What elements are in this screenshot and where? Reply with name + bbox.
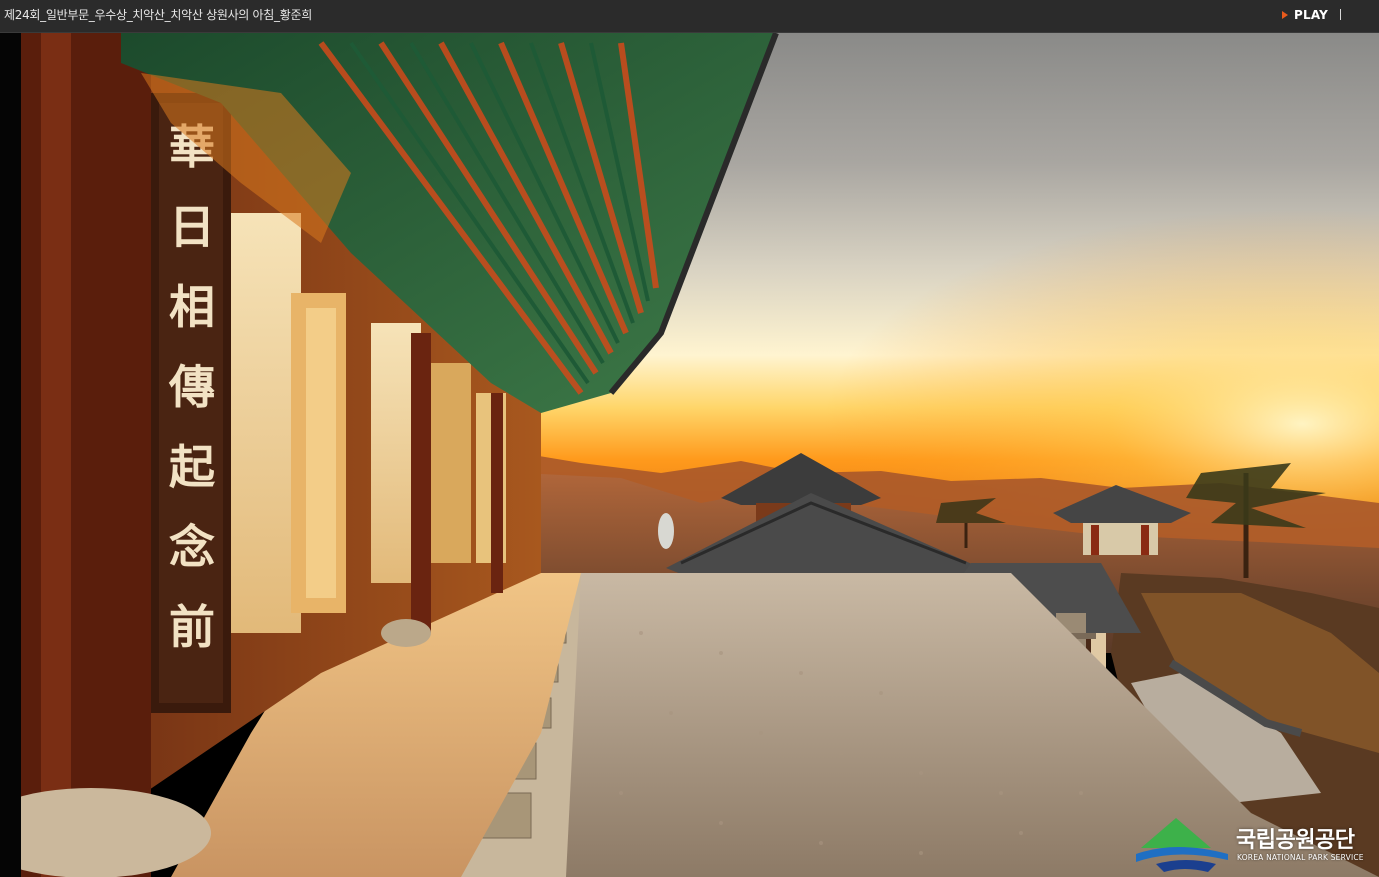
knps-logo-icon: [1136, 818, 1228, 872]
slideshow-photo[interactable]: 華 日 相 傳 起 念 前 국립공원공단 KOREA NATIONAL PARK…: [21, 33, 1379, 877]
viewer-margin: [0, 33, 21, 877]
watermark-org-name: 국립공원공단: [1236, 828, 1355, 853]
play-label: PLAY: [1294, 8, 1329, 22]
knps-watermark: 국립공원공단 KOREA NATIONAL PARK SERVICE: [1136, 818, 1379, 874]
toolbar-divider: [1340, 9, 1341, 20]
watermark-org-english: KOREA NATIONAL PARK SERVICE: [1237, 853, 1364, 862]
svg-text:日: 日: [169, 200, 215, 254]
svg-text:念: 念: [169, 520, 215, 574]
play-button[interactable]: PLAY: [1282, 6, 1328, 24]
photo-viewer: 華 日 相 傳 起 念 前 국립공원공단 KOREA NATIONAL PARK…: [0, 33, 1379, 877]
svg-text:傳: 傳: [168, 360, 215, 414]
photo-title: 제24회_일반부문_우수상_치악산_치악산 상원사의 아침_황준희: [4, 8, 312, 22]
play-icon: [1282, 11, 1288, 19]
svg-text:相: 相: [169, 280, 215, 334]
svg-text:起: 起: [169, 440, 216, 494]
viewer-toolbar: 제24회_일반부문_우수상_치악산_치악산 상원사의 아침_황준희 PLAY: [0, 0, 1379, 33]
svg-text:前: 前: [169, 600, 215, 654]
